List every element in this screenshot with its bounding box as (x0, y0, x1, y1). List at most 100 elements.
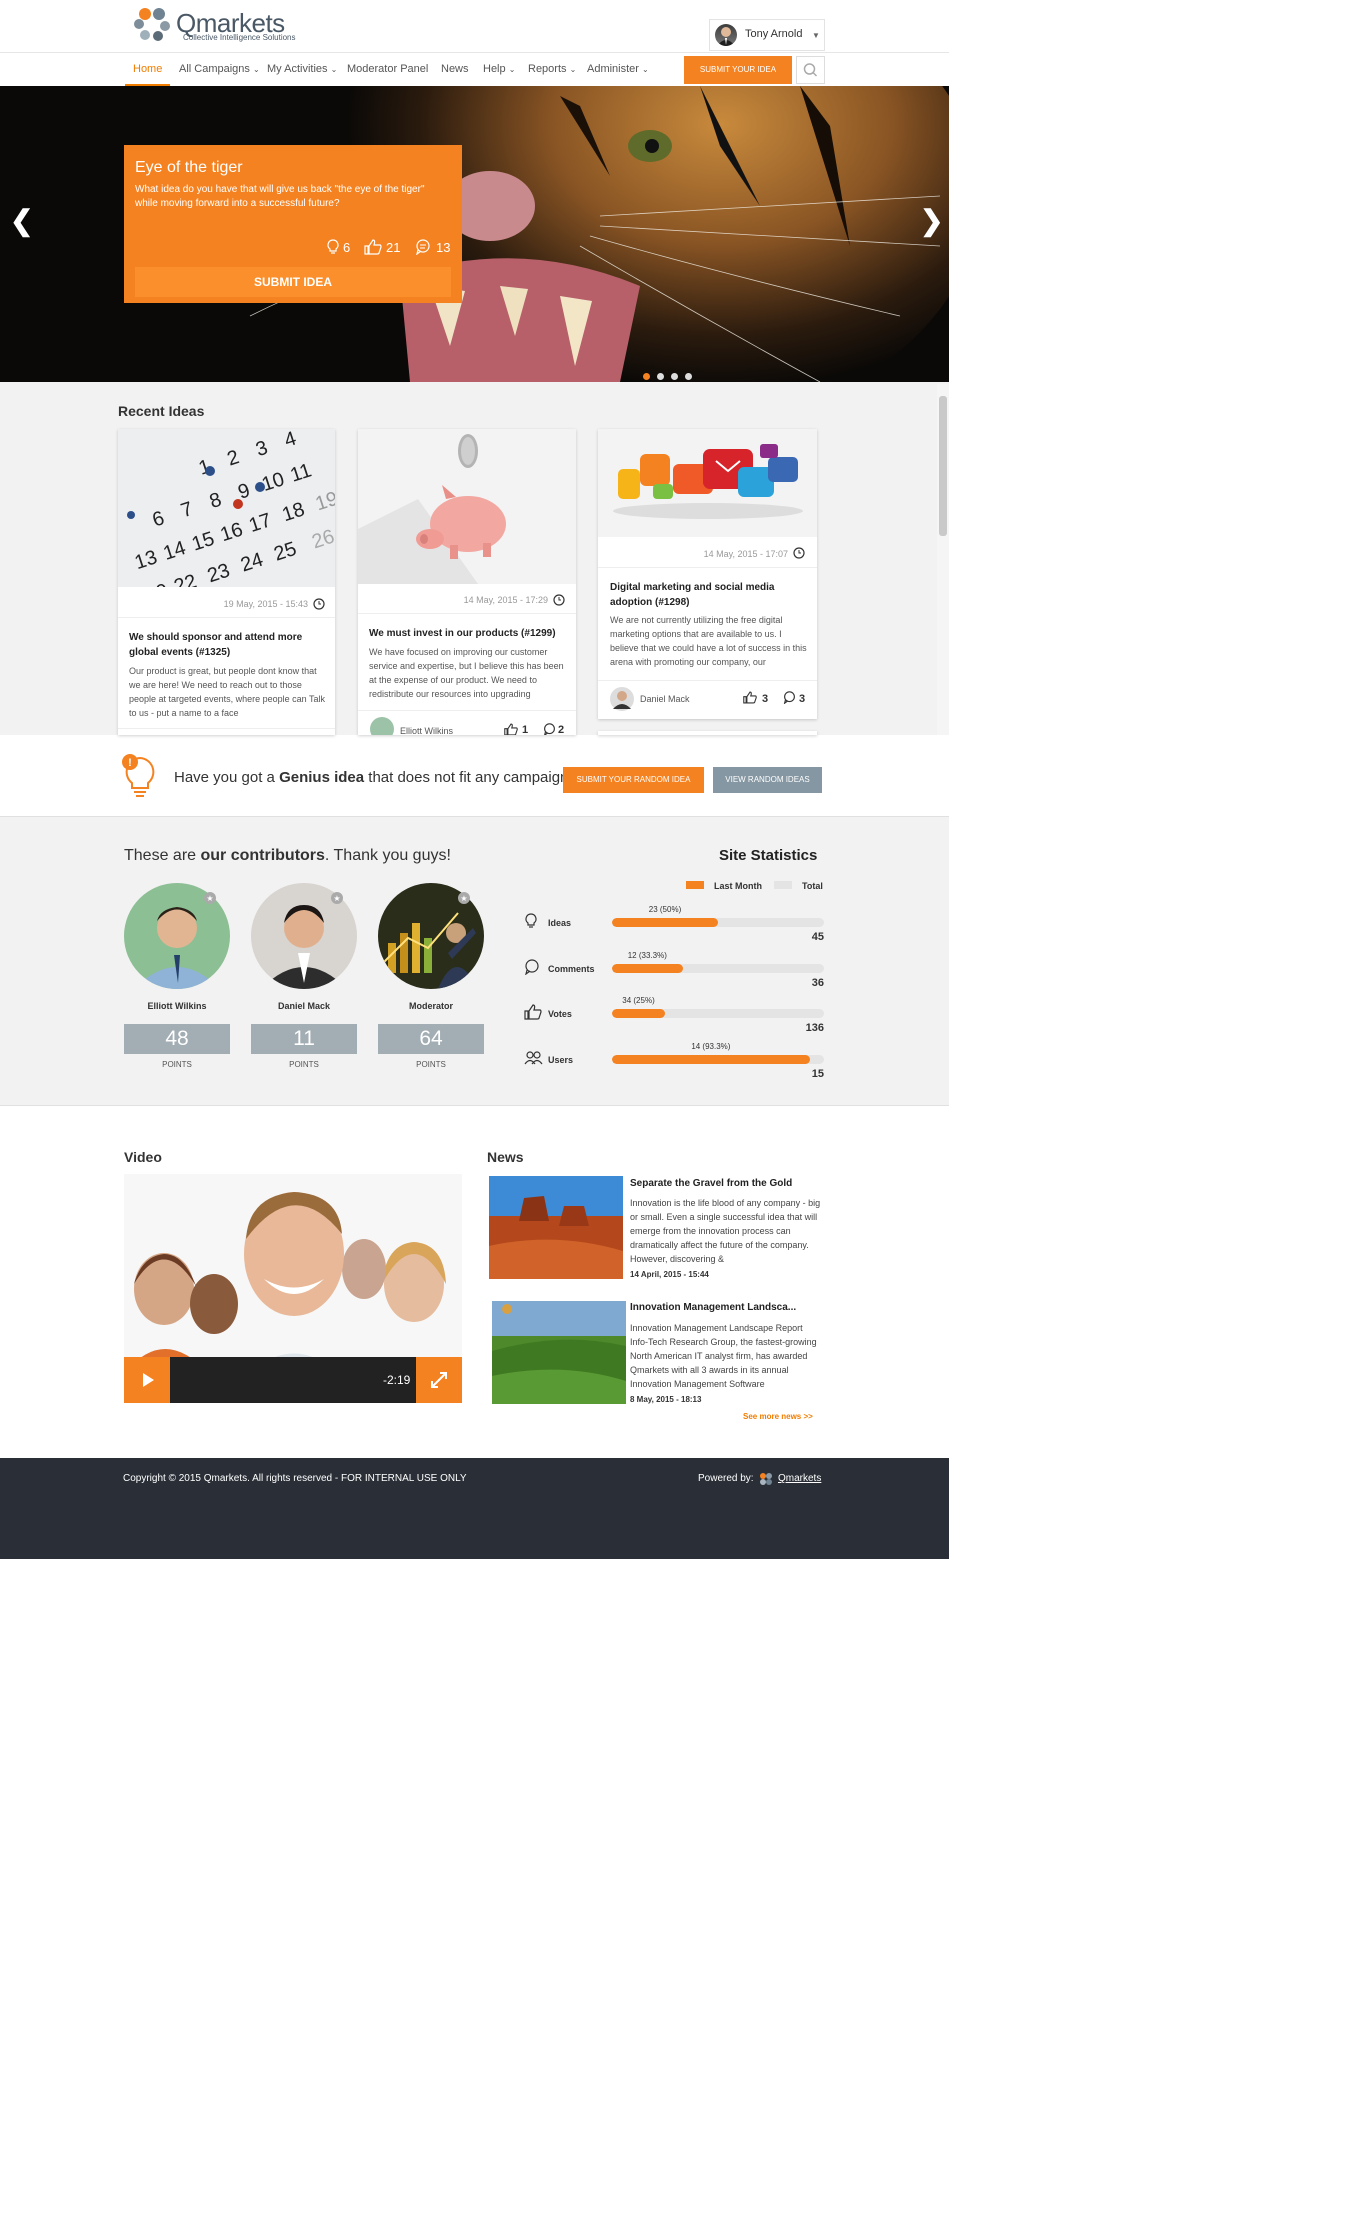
piggy-bank-image (358, 429, 576, 584)
footer-copyright: Copyright © 2015 Qmarkets. All rights re… (123, 1473, 467, 1484)
card-divider (118, 728, 335, 729)
stat-bar (612, 918, 824, 927)
contributor-name[interactable]: Daniel Mack (251, 1001, 357, 1011)
chevron-down-icon: ⌄ (252, 65, 260, 74)
news-image[interactable] (489, 1176, 623, 1279)
submit-idea-button[interactable]: SUBMIT IDEA (135, 267, 451, 297)
carousel-prev-arrow-icon[interactable]: ❮ (10, 204, 33, 237)
carousel-dot[interactable] (643, 373, 650, 380)
idea-card[interactable]: 1234 67891011 13141516171819 20222324252… (118, 429, 335, 735)
points-label: POINTS (289, 1060, 319, 1069)
calendar-image: 1234 67891011 13141516171819 20222324252… (118, 429, 335, 587)
stat-total-value: 15 (811, 1068, 824, 1080)
idea-title[interactable]: We must invest in our products (#1299) (369, 626, 569, 641)
svg-text:★: ★ (333, 894, 340, 903)
nav-help[interactable]: Help ⌄ (483, 63, 515, 75)
nav-news[interactable]: News (441, 63, 469, 75)
carousel-dots (643, 367, 699, 380)
submit-your-idea-button[interactable]: SUBMIT YOUR IDEA (684, 56, 792, 84)
scrollbar-thumb[interactable] (939, 396, 947, 536)
nav-administer[interactable]: Administer ⌄ (587, 63, 649, 75)
author-avatar[interactable] (610, 687, 634, 711)
campaign-title[interactable]: Eye of the tiger (135, 159, 243, 177)
search-button[interactable] (796, 56, 825, 84)
nav-my-activities[interactable]: My Activities ⌄ (267, 63, 337, 75)
stat-total-value: 45 (811, 931, 824, 943)
contributors-title: These are our contributors. Thank you gu… (124, 847, 451, 864)
svg-text:★: ★ (460, 894, 467, 903)
clock-icon (793, 547, 805, 559)
stat-last-month-value: 34 (25%) (622, 996, 655, 1005)
thumbs-up-icon (364, 239, 382, 255)
qmarkets-logo-icon (760, 1473, 772, 1485)
idea-author[interactable]: Elliott Wilkins (400, 726, 453, 735)
contributor-name[interactable]: Elliott Wilkins (124, 1001, 230, 1011)
user-menu[interactable]: Tony Arnold ▼ (709, 19, 825, 51)
carousel-next-arrow-icon[interactable]: ❯ (920, 204, 943, 237)
chevron-down-icon: ⌄ (642, 65, 649, 74)
carousel-dot[interactable] (671, 373, 678, 380)
clock-icon (313, 598, 325, 610)
caret-down-icon: ▼ (812, 31, 820, 40)
user-name: Tony Arnold (745, 28, 803, 40)
play-button[interactable] (124, 1357, 170, 1403)
thumbs-up-icon (524, 1004, 542, 1020)
stat-bar-fill (612, 964, 683, 973)
nav-reports[interactable]: Reports ⌄ (528, 63, 576, 75)
video-time: -2:19 (383, 1373, 411, 1387)
campaign-votes-count: 21 (386, 240, 401, 255)
footer-powered-by: Powered by: (698, 1473, 754, 1484)
news-image[interactable] (492, 1301, 626, 1404)
view-random-ideas-button[interactable]: VIEW RANDOM IDEAS (713, 767, 822, 793)
points-label: POINTS (416, 1060, 446, 1069)
thumbs-up-icon[interactable] (504, 723, 518, 735)
comment-icon[interactable] (783, 691, 796, 704)
nav-all-campaigns[interactable]: All Campaigns ⌄ (179, 63, 260, 75)
news-item-title[interactable]: Innovation Management Landsca... (630, 1302, 796, 1313)
idea-votes-count: 3 (762, 693, 769, 705)
carousel-dot[interactable] (685, 373, 692, 380)
see-more-news-link[interactable]: See more news >> (743, 1412, 813, 1421)
stat-bar-fill (612, 1009, 665, 1018)
expand-icon (431, 1372, 447, 1388)
news-item-title[interactable]: Separate the Gravel from the Gold (630, 1178, 792, 1189)
idea-comments-count: 3 (799, 693, 806, 705)
star-badge-icon: ★ (204, 892, 216, 904)
footer-qmarkets-link[interactable]: Qmarkets (778, 1473, 821, 1484)
news-title: News (487, 1149, 524, 1165)
social-media-image (598, 429, 817, 537)
idea-card[interactable]: 14 May, 2015 - 17:29 We must invest in o… (358, 429, 576, 735)
comment-icon[interactable] (543, 723, 556, 735)
svg-text:!: ! (128, 757, 132, 769)
idea-author[interactable]: Daniel Mack (640, 694, 690, 704)
author-avatar[interactable] (370, 717, 394, 735)
carousel-dot[interactable] (657, 373, 664, 380)
fullscreen-button[interactable] (416, 1357, 462, 1403)
card-divider (358, 710, 576, 711)
card-divider (358, 613, 576, 614)
stat-last-month-value: 14 (93.3%) (691, 1042, 731, 1051)
idea-title[interactable]: Digital marketing and social media adopt… (610, 580, 805, 610)
lightbulb-icon (525, 913, 537, 928)
idea-card[interactable]: 14 May, 2015 - 17:07 Digital marketing a… (598, 429, 817, 719)
thumbs-up-icon[interactable] (743, 691, 757, 704)
card-divider (598, 567, 817, 568)
qmarkets-logo-icon[interactable] (132, 6, 172, 42)
legend-last-month-swatch (686, 881, 704, 889)
idea-title[interactable]: We should sponsor and attend more global… (129, 630, 324, 660)
nav-moderator-panel[interactable]: Moderator Panel (347, 63, 428, 75)
comment-icon (525, 959, 539, 975)
contributor-name[interactable]: Moderator (378, 1001, 484, 1011)
submit-random-idea-button[interactable]: SUBMIT YOUR RANDOM IDEA (563, 767, 704, 793)
news-item-date: 8 May, 2015 - 18:13 (630, 1395, 702, 1404)
stat-last-month-value: 23 (50%) (648, 905, 682, 914)
card-divider (118, 617, 335, 618)
idea-excerpt: We have focused on improving our custome… (369, 647, 564, 699)
stat-bar-fill (612, 1055, 810, 1064)
stat-total-value: 36 (811, 977, 824, 989)
nav-home[interactable]: Home (133, 63, 162, 75)
idea-card[interactable] (598, 731, 817, 735)
brand-tagline: Collective Intelligence Solutions (183, 33, 296, 42)
stat-label: Ideas (548, 918, 572, 928)
clock-icon (553, 594, 565, 606)
